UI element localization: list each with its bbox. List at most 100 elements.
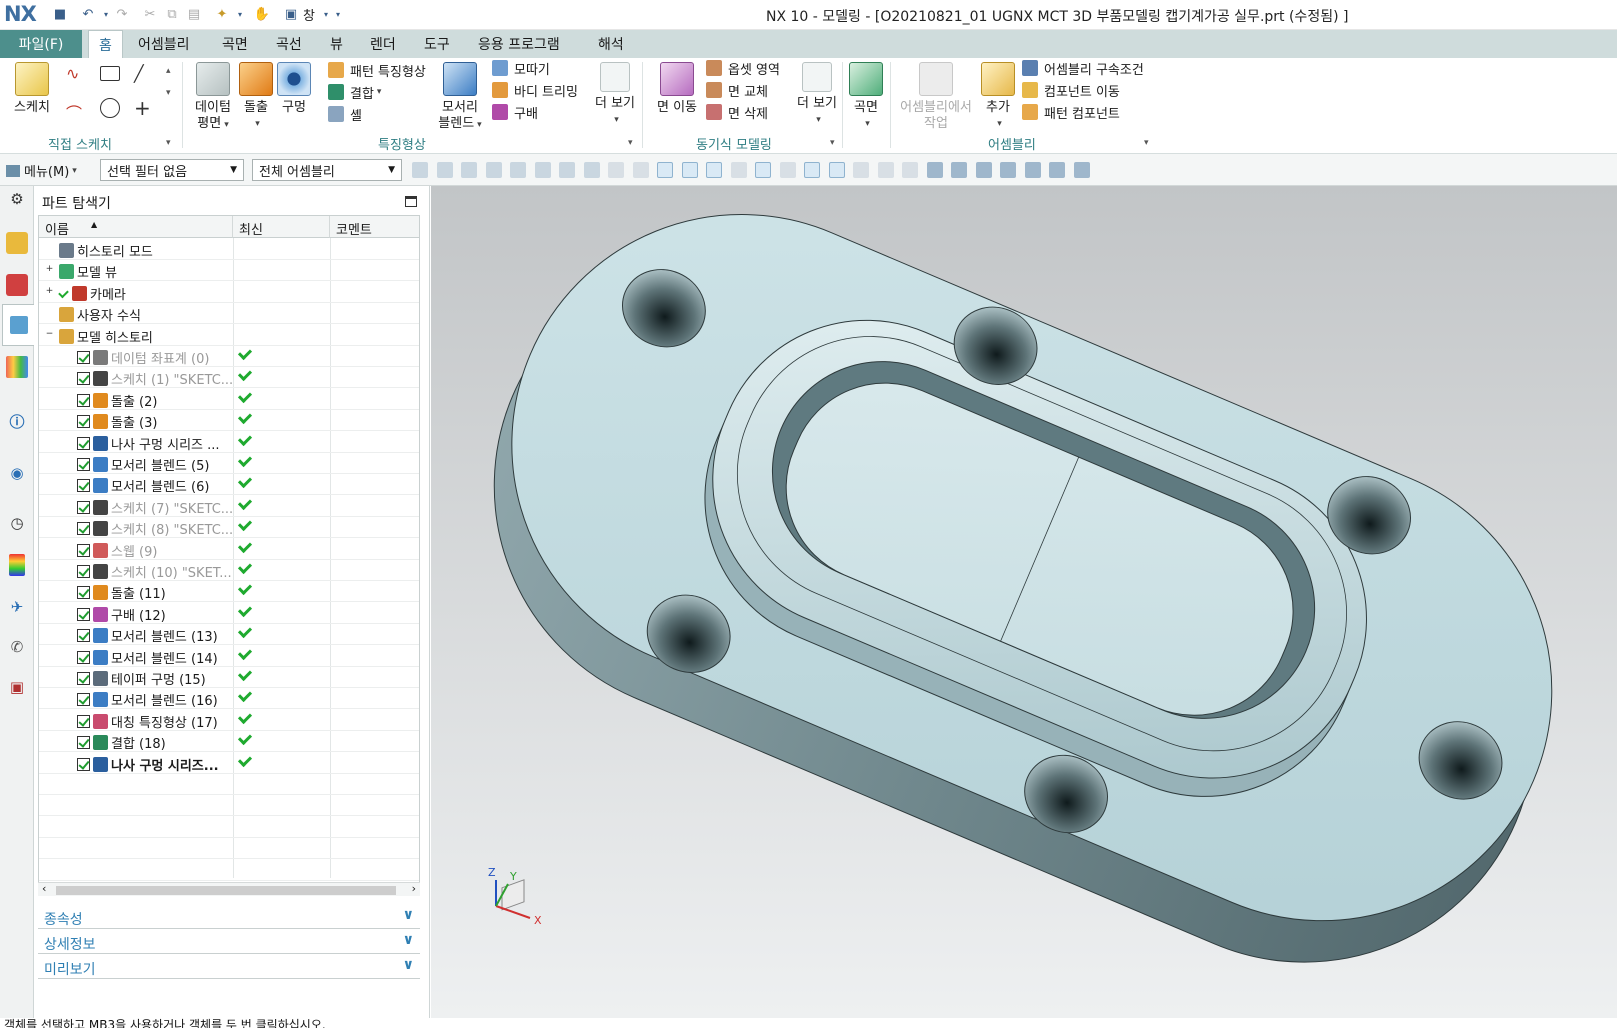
system-materials-icon[interactable] xyxy=(9,554,25,576)
tab-surface[interactable]: 곡면 xyxy=(212,30,258,58)
rect-select-icon[interactable] xyxy=(559,162,575,178)
snap-control-icon[interactable] xyxy=(730,162,747,178)
panel-dependencies[interactable]: 종속성 ∨ xyxy=(38,905,420,929)
feature-row[interactable]: 돌출 (2) xyxy=(39,388,419,410)
work-in-assembly-button[interactable]: 어셈블리에서 작업 xyxy=(896,62,976,132)
horizontal-scrollbar[interactable]: ‹ › xyxy=(38,882,420,896)
graphics-window[interactable]: X Z Y xyxy=(431,186,1617,1018)
hd3d-tools-icon[interactable]: ⓘ xyxy=(6,410,28,432)
undo-icon[interactable]: ↶ xyxy=(80,6,96,22)
add-component-button[interactable]: 추가 ▾ xyxy=(980,62,1016,132)
snap-endpoint-icon[interactable] xyxy=(436,162,453,178)
tab-applications[interactable]: 응용 프로그램 xyxy=(468,30,570,58)
repeat-command-icon[interactable]: ✦ xyxy=(214,6,230,22)
assembly-navigator-icon[interactable] xyxy=(6,232,28,254)
sync-more-button[interactable]: 더 보기 ▾ xyxy=(796,62,838,128)
tab-view[interactable]: 뷰 xyxy=(320,30,353,58)
suppress-checkbox[interactable] xyxy=(77,543,90,557)
suppress-checkbox[interactable] xyxy=(77,479,90,493)
edit-section-icon[interactable] xyxy=(1049,162,1065,178)
customize-qat-icon[interactable]: ▾ xyxy=(330,6,346,22)
selection-scope-dropdown[interactable]: 전체 어셈블리 ▼ xyxy=(252,159,402,181)
draft-button[interactable]: 구배 xyxy=(492,102,538,122)
manufacturing-wizard-icon[interactable]: ✆ xyxy=(6,636,28,658)
select-face-icon[interactable] xyxy=(510,162,526,178)
tab-curve[interactable]: 곡선 xyxy=(266,30,312,58)
suppress-checkbox[interactable] xyxy=(77,672,90,685)
tree-node[interactable]: + 카메라 xyxy=(39,281,419,303)
suppress-checkbox[interactable] xyxy=(77,736,90,750)
visible-check-icon[interactable] xyxy=(58,287,69,299)
suppress-checkbox[interactable] xyxy=(77,522,90,536)
snap-existing-point-icon[interactable] xyxy=(828,162,845,178)
cut-icon[interactable]: ✂ xyxy=(142,6,158,22)
sketch-button[interactable]: 스케치 xyxy=(10,62,54,116)
assembly-constraints-button[interactable]: 어셈블리 구속조건 xyxy=(1022,58,1144,78)
column-header-up-to-date[interactable]: 최신 xyxy=(233,216,330,238)
view-rotate-icon[interactable] xyxy=(975,162,992,178)
column-header-comment[interactable]: 코멘트 xyxy=(330,216,419,238)
line-icon[interactable]: ╱ xyxy=(134,64,150,83)
view-orient-icon[interactable] xyxy=(1000,162,1016,178)
feature-row[interactable]: 스케치 (10) "SKET... xyxy=(39,559,419,581)
feature-row[interactable]: 나사 구멍 시리즈... xyxy=(39,752,419,774)
feature-row[interactable]: 스케치 (8) "SKETC... xyxy=(39,516,419,539)
pattern-component-button[interactable]: 패턴 컴포넌트 xyxy=(1022,102,1120,122)
point-icon[interactable]: + xyxy=(134,96,151,120)
window-menu[interactable]: 창 xyxy=(303,5,315,24)
maximize-icon[interactable] xyxy=(405,196,417,207)
feature-row[interactable]: 돌출 (3) xyxy=(39,409,419,432)
feature-row[interactable]: 모서리 블렌드 (5) xyxy=(39,452,419,474)
snap-arc-icon[interactable] xyxy=(706,162,722,178)
move-component-button[interactable]: 컴포넌트 이동 xyxy=(1022,80,1120,100)
suppress-checkbox[interactable] xyxy=(77,714,90,728)
scroll-left-icon[interactable]: ‹ xyxy=(42,882,46,895)
suppress-checkbox[interactable] xyxy=(77,586,90,600)
selection-filter-dropdown[interactable]: 선택 필터 없음 ▼ xyxy=(100,159,244,181)
suppress-checkbox[interactable] xyxy=(77,458,90,471)
feature-row[interactable]: 스웹 (9) xyxy=(39,538,419,560)
rectangle-icon[interactable] xyxy=(100,66,120,81)
feature-row[interactable]: 스케치 (1) "SKETC... xyxy=(39,366,419,389)
scroll-right-icon[interactable]: › xyxy=(412,882,416,895)
part-navigator-icon[interactable] xyxy=(2,304,34,346)
edge-blend-button[interactable]: 모서리 블렌드 ▾ xyxy=(436,62,484,133)
suppress-checkbox[interactable] xyxy=(77,393,90,407)
web-browser-icon[interactable]: ◉ xyxy=(6,462,28,484)
suppress-checkbox[interactable] xyxy=(77,693,90,707)
snap-intersection-icon[interactable] xyxy=(755,162,771,178)
group-launcher-assembly-icon[interactable]: ▾ xyxy=(1144,138,1149,148)
feature-row[interactable]: 테이퍼 구멍 (15) xyxy=(39,666,419,688)
tree-node[interactable]: − 모델 히스토리 xyxy=(39,324,419,346)
view-zoom-icon[interactable] xyxy=(951,162,967,178)
circle-icon[interactable] xyxy=(100,98,120,118)
arc-icon[interactable]: ⌒ xyxy=(66,100,82,123)
replace-face-button[interactable]: 면 교체 xyxy=(706,80,768,100)
copy-icon[interactable]: ⧉ xyxy=(164,6,180,22)
group-launcher-sketch-icon[interactable]: ▾ xyxy=(166,138,171,148)
feature-row[interactable]: 모서리 블렌드 (14) xyxy=(39,645,419,667)
scroll-thumb[interactable] xyxy=(56,886,396,895)
snap-midpoint-icon[interactable] xyxy=(534,162,551,178)
delete-face-button[interactable]: 면 삭제 xyxy=(706,102,768,122)
suppress-checkbox[interactable] xyxy=(77,372,90,386)
settings-icon[interactable]: ⚙ xyxy=(6,188,28,210)
tab-home[interactable]: 홈 xyxy=(88,30,123,59)
snap-quadrant-icon[interactable] xyxy=(804,162,820,178)
snap-dropdown-icon[interactable] xyxy=(485,162,502,178)
feature-row[interactable]: 돌출 (11) xyxy=(39,580,419,603)
tree-node[interactable]: 사용자 수식 xyxy=(39,302,419,325)
menu-button[interactable]: 메뉴(M) ▾ xyxy=(6,161,77,180)
snap-curve-icon[interactable] xyxy=(681,162,698,178)
move-face-button[interactable]: 면 이동 xyxy=(654,62,700,116)
expand-icon[interactable]: + xyxy=(45,265,54,274)
select-feature-icon[interactable] xyxy=(461,162,477,178)
feature-row[interactable]: 모서리 블렌드 (13) xyxy=(39,623,419,646)
roles-icon[interactable]: ▣ xyxy=(6,676,28,698)
offset-region-button[interactable]: 옵셋 영역 xyxy=(706,58,780,78)
window-icon[interactable]: ▣ xyxy=(283,6,299,22)
collapse-icon[interactable]: − xyxy=(45,329,54,339)
snap-on-face-icon[interactable] xyxy=(877,162,894,178)
feature-row[interactable]: 대칭 특징형상 (17) xyxy=(39,709,419,731)
pattern-feature-button[interactable]: 패턴 특징형상 xyxy=(328,60,426,80)
